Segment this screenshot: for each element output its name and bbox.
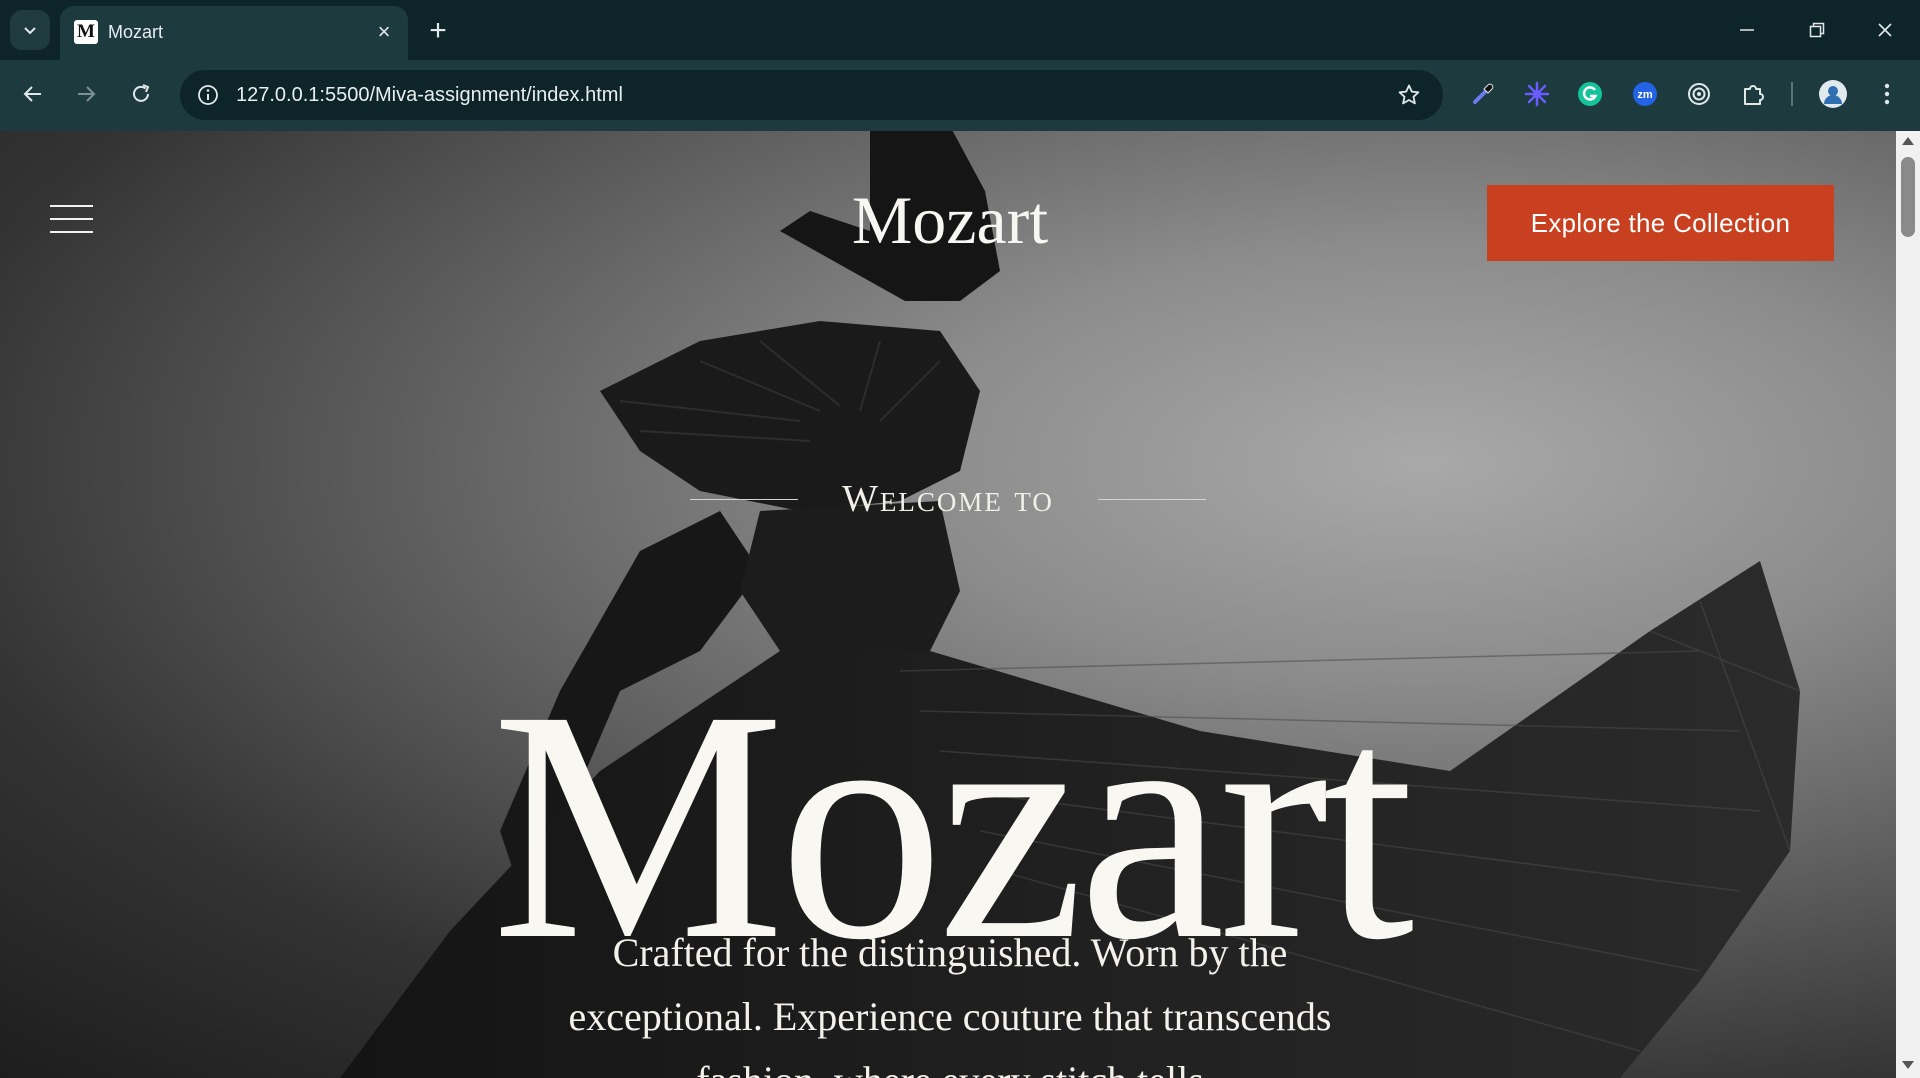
tab-title: Mozart	[108, 22, 164, 42]
scroll-up-arrow-icon[interactable]	[1902, 137, 1914, 145]
bookmark-button[interactable]	[1395, 81, 1423, 109]
address-bar[interactable]: 127.0.0.1:5500/Miva-assignment/index.htm…	[180, 70, 1443, 120]
scroll-down-arrow-icon[interactable]	[1902, 1061, 1914, 1069]
grammarly-icon	[1578, 82, 1602, 106]
site-info-button[interactable]	[194, 81, 222, 109]
svg-text:zm: zm	[1637, 89, 1653, 101]
browser-toolbar: 127.0.0.1:5500/Miva-assignment/index.htm…	[0, 60, 1920, 131]
grammarly-extension-button[interactable]	[1574, 78, 1606, 110]
hamburger-line	[50, 205, 93, 207]
hamburger-line	[50, 218, 93, 220]
tab-close-button[interactable]: ×	[372, 20, 396, 44]
snowflake-extension-icon	[1524, 81, 1550, 107]
active-tab[interactable]: M Mozart ×	[60, 6, 408, 60]
zoom-extension-button[interactable]: zm	[1629, 78, 1661, 110]
reload-icon	[133, 84, 150, 102]
browser-tab-strip: M Mozart × +	[0, 0, 1920, 60]
url-text: 127.0.0.1:5500/Miva-assignment/index.htm…	[236, 84, 623, 106]
hamburger-line	[50, 231, 93, 233]
hero-tagline: Crafted for the distinguished. Worn by t…	[568, 930, 1332, 1078]
restore-button[interactable]	[1790, 0, 1844, 60]
minimize-button[interactable]	[1720, 0, 1774, 60]
site-favicon-icon: M	[74, 20, 98, 44]
scroll-thumb[interactable]	[1901, 157, 1915, 237]
zoom-icon: zm	[1633, 82, 1657, 106]
close-window-button[interactable]	[1858, 0, 1912, 60]
welcome-heading-row: Welcome to	[690, 474, 1206, 524]
toolbar-divider	[1791, 82, 1793, 106]
site-logo[interactable]: Mozart	[780, 180, 1120, 260]
arrow-left-icon	[23, 86, 41, 102]
eyedropper-icon	[1473, 83, 1494, 104]
divider-right	[1098, 499, 1206, 500]
restore-icon	[1809, 22, 1825, 38]
new-tab-button[interactable]: +	[420, 14, 456, 50]
extensions-button[interactable]	[1737, 78, 1769, 110]
forward-button[interactable]	[66, 74, 106, 114]
minimize-icon	[1740, 29, 1754, 31]
target-extension-button[interactable]	[1683, 78, 1715, 110]
hero-section: Mozart Explore the Collection Welcome to…	[0, 131, 1896, 1078]
explore-collection-button[interactable]: Explore the Collection	[1487, 185, 1834, 261]
profile-button[interactable]	[1817, 78, 1849, 110]
reload-button[interactable]	[121, 74, 161, 114]
avatar-icon	[1819, 80, 1847, 108]
info-icon	[198, 85, 218, 105]
puzzle-icon	[1744, 85, 1764, 105]
browser-menu-button[interactable]	[1871, 78, 1903, 110]
chevron-down-icon	[24, 27, 36, 35]
page-scrollbar[interactable]	[1896, 131, 1920, 1078]
star-icon	[1398, 84, 1420, 105]
back-button[interactable]	[13, 74, 53, 114]
menu-toggle-button[interactable]	[50, 205, 93, 233]
tab-search-button[interactable]	[10, 10, 50, 50]
more-vertical-icon	[1884, 83, 1890, 105]
arrow-right-icon	[78, 86, 96, 102]
snowflake-extension-button[interactable]	[1521, 78, 1553, 110]
eyedropper-extension-button[interactable]	[1467, 78, 1499, 110]
close-icon	[1878, 23, 1892, 37]
target-extension-icon	[1688, 83, 1710, 105]
